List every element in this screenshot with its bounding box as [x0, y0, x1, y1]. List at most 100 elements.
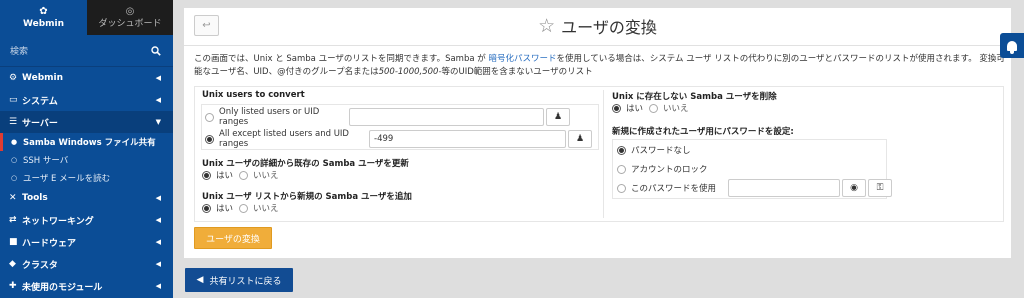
password-input[interactable]	[728, 179, 840, 197]
all-except-row: All except listed users and UID ranges -…	[205, 129, 597, 149]
sidebar-item-label: ネットワーキング	[22, 216, 94, 227]
circle-outline-icon: ○	[11, 156, 18, 164]
pw-use-radio[interactable]	[617, 183, 626, 193]
sidebar-item-webmin[interactable]: ⚙ Webmin ◀	[0, 67, 173, 89]
caret-left-icon: ◀	[155, 74, 161, 82]
sidebar-subitem-samba[interactable]: ● Samba Windows ファイル共有	[0, 133, 173, 151]
circle-icon: ●	[11, 138, 18, 146]
sidebar-item-label: クラスタ	[22, 260, 58, 271]
main-area: ↩ ☆ ユーザの変換 この画面では、Unix と Samba ユーザのリストを同…	[173, 0, 1024, 298]
sidebar-subitem-label: SSH サーバ	[23, 156, 69, 166]
add-users-label: Unix ユーザ リストから新規の Samba ユーザを追加	[202, 192, 412, 202]
password-options: パスワードなし アカウントのロック このパスワードを使用 ◉ ⚿	[612, 139, 892, 199]
yes-label: はい	[626, 104, 644, 114]
star-icon[interactable]: ☆	[538, 16, 555, 36]
sidebar-item-label: Tools	[22, 193, 48, 203]
update-users-options: はい いいえ	[202, 169, 279, 181]
return-to-shares-button[interactable]: ◀ 共有リストに戻る	[185, 268, 293, 292]
tab-webmin[interactable]: ✿ Webmin	[0, 0, 87, 35]
only-listed-input[interactable]	[349, 108, 544, 126]
search-icon	[151, 45, 161, 56]
only-listed-radio[interactable]	[205, 112, 214, 122]
convert-form: Unix users to convert Only listed users …	[194, 86, 1004, 222]
delete-users-label: Unix に存在しない Samba ユーザを削除	[612, 92, 777, 102]
sidebar-subitem-label: Samba Windows ファイル共有	[23, 138, 156, 148]
puzzle-icon: ✚	[9, 281, 17, 291]
delete-users-options: はい いいえ	[612, 102, 689, 114]
description-text: この画面では、Unix と Samba ユーザのリストを同期できます。Samba…	[194, 54, 489, 64]
return-button-label: 共有リストに戻る	[209, 276, 282, 287]
server-icon: ☰	[9, 117, 18, 127]
sidebar-item-label: システム	[22, 96, 58, 107]
pw-none-row: パスワードなし	[617, 140, 691, 160]
no-label: いいえ	[253, 204, 279, 214]
divider	[184, 45, 1011, 46]
update-yes-radio[interactable]	[202, 170, 211, 180]
delete-no-radio[interactable]	[649, 103, 659, 113]
bell-icon	[1007, 40, 1017, 54]
yes-label: はい	[216, 204, 234, 214]
notifications-button[interactable]	[1000, 33, 1024, 58]
stack-icon: ◆	[9, 259, 16, 269]
all-except-radio[interactable]	[205, 134, 214, 144]
sidebar-item-tools[interactable]: ✕ Tools ◀	[0, 187, 173, 209]
sidebar-item-label: 未使用のモジュール	[22, 282, 103, 293]
form-right-column: Unix に存在しない Samba ユーザを削除 はい いいえ 新規に作成された…	[609, 90, 1001, 218]
user-chooser-button[interactable]: ♟	[546, 108, 570, 126]
delete-yes-radio[interactable]	[612, 103, 621, 113]
sidebar-subitem-ssh[interactable]: ○ SSH サーバ	[0, 151, 173, 169]
wrench-icon: ✕	[9, 193, 17, 203]
encrypted-passwords-link[interactable]: 暗号化パスワード	[488, 54, 556, 64]
webmin-logo-icon: ✿	[39, 5, 48, 17]
sidebar-item-label: サーバー	[22, 118, 58, 129]
form-left-column: Unix users to convert Only listed users …	[199, 90, 604, 218]
caret-left-icon: ◀	[155, 194, 161, 202]
tab-webmin-label: Webmin	[22, 18, 65, 29]
sidebar-item-system[interactable]: ▭ システム ◀	[0, 89, 173, 111]
password-label: 新規に作成されたユーザ用にパスワードを設定:	[612, 127, 794, 137]
caret-left-icon: ◀	[155, 216, 161, 224]
search-input[interactable]: 検索	[10, 44, 28, 57]
sidebar-item-label: ハードウェア	[22, 238, 77, 249]
all-except-input[interactable]: -499	[369, 130, 566, 148]
user-chooser-button[interactable]: ♟	[568, 130, 592, 148]
sidebar-item-unused[interactable]: ✚ 未使用のモジュール ◀	[0, 275, 173, 297]
generate-password-button[interactable]: ⚿	[868, 179, 892, 197]
show-password-button[interactable]: ◉	[842, 179, 866, 197]
user-icon: ♟	[575, 134, 585, 144]
pw-lock-row: アカウントのロック	[617, 159, 708, 179]
convert-users-button[interactable]: ユーザの変換	[194, 227, 272, 249]
sidebar-subitem-mail[interactable]: ○ ユーザ E メールを読む	[0, 169, 173, 187]
caret-left-icon: ◀	[155, 238, 161, 246]
sidebar-search[interactable]: 検索	[0, 35, 173, 67]
hardware-icon: ■	[9, 237, 18, 247]
sidebar-item-cluster[interactable]: ◆ クラスタ ◀	[0, 253, 173, 275]
caret-left-icon: ◀	[155, 282, 161, 290]
no-label: いいえ	[253, 171, 279, 181]
tab-dashboard[interactable]: ◎ ダッシュボード	[87, 0, 173, 35]
pw-none-radio[interactable]	[617, 145, 626, 155]
sidebar-nav: ⚙ Webmin ◀ ▭ システム ◀ ☰ サーバー ▼ ● Samba Win…	[0, 67, 173, 297]
pw-use-row: このパスワードを使用 ◉ ⚿	[617, 178, 892, 198]
circle-outline-icon: ○	[11, 174, 18, 182]
sidebar-item-hardware[interactable]: ■ ハードウェア ◀	[0, 231, 173, 253]
key-icon: ⚿	[876, 183, 884, 193]
caret-left-icon: ◀	[155, 260, 161, 268]
unix-users-options: Only listed users or UID ranges ♟ All ex…	[201, 104, 599, 150]
description-italic: 500-1000,500-	[378, 67, 442, 77]
add-users-options: はい いいえ	[202, 202, 279, 214]
update-no-radio[interactable]	[239, 170, 249, 180]
add-yes-radio[interactable]	[202, 203, 211, 213]
tab-dashboard-label: ダッシュボード	[98, 18, 162, 29]
pw-use-label: このパスワードを使用	[631, 184, 717, 194]
pw-lock-radio[interactable]	[617, 164, 626, 174]
yes-label: はい	[216, 171, 234, 181]
page-title: ユーザの変換	[561, 18, 657, 37]
add-no-radio[interactable]	[239, 203, 249, 213]
no-label: いいえ	[663, 104, 689, 114]
sidebar-top-tabs: ✿ Webmin ◎ ダッシュボード	[0, 0, 173, 35]
sidebar-item-servers[interactable]: ☰ サーバー ▼	[0, 111, 173, 133]
sidebar-item-networking[interactable]: ⇄ ネットワーキング ◀	[0, 209, 173, 231]
all-except-label: All except listed users and UID ranges	[219, 129, 349, 149]
title-bar: ☆ ユーザの変換	[184, 14, 1011, 38]
